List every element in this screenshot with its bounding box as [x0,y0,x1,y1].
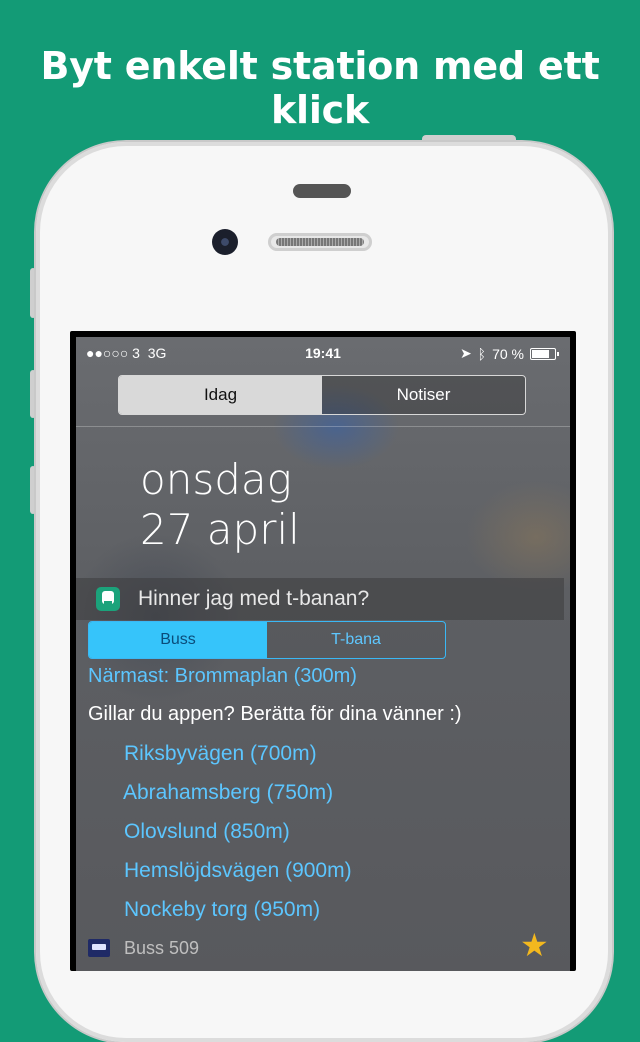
view-segmented-control: Idag Notiser [118,375,526,415]
proximity-sensor [293,184,351,198]
station-riksbyvagen[interactable]: Riksbyvägen (700m) [124,742,317,766]
widget-header[interactable]: Hinner jag med t-banan? [76,578,564,620]
date-weekday: onsdag [140,455,292,504]
header-divider [76,426,570,427]
station-abrahamsberg[interactable]: Abrahamsberg (750m) [123,781,333,805]
share-promo-text[interactable]: Gillar du appen? Berätta för dina vänner… [88,703,462,726]
battery-icon [530,347,559,360]
transport-mode-control: Buss T-bana [88,621,446,659]
departure-row[interactable]: Buss 509 [88,933,558,963]
status-right: ➤ ᛒ 70 % [459,345,559,362]
front-camera-icon [212,229,238,255]
location-arrow-icon: ➤ [459,345,472,361]
station-hemslojdsvagen[interactable]: Hemslöjdsvägen (900m) [124,859,352,883]
earpiece-speaker [268,233,372,251]
station-nockeby-torg[interactable]: Nockeby torg (950m) [124,898,320,922]
mode-t-bana[interactable]: T-bana [267,622,445,658]
train-app-icon [96,587,120,611]
nearest-station-link[interactable]: Närmast: Brommaplan (300m) [88,665,357,688]
bus-line-label: Buss 509 [124,937,200,958]
station-olovslund[interactable]: Olovslund (850m) [124,820,290,844]
bluetooth-icon: ᛒ [477,345,487,362]
phone-screen: ●●○○○ 3 3G 19:41 ➤ ᛒ 70 % Idag Notiser o… [70,331,576,971]
widget-title: Hinner jag med t-banan? [138,587,370,610]
date-day-month: 27 april [140,505,300,554]
status-bar: ●●○○○ 3 3G 19:41 ➤ ᛒ 70 % [76,337,570,367]
mode-buss[interactable]: Buss [89,622,267,658]
tab-idag[interactable]: Idag [119,376,322,414]
bus-icon [88,939,110,957]
headline: Byt enkelt station med ett klick [40,44,600,132]
favorite-star-icon[interactable]: ★ [520,929,549,961]
notification-center: ●●○○○ 3 3G 19:41 ➤ ᛒ 70 % Idag Notiser o… [76,337,570,971]
tab-notiser[interactable]: Notiser [322,376,525,414]
battery-percent: 70 % [492,345,524,362]
